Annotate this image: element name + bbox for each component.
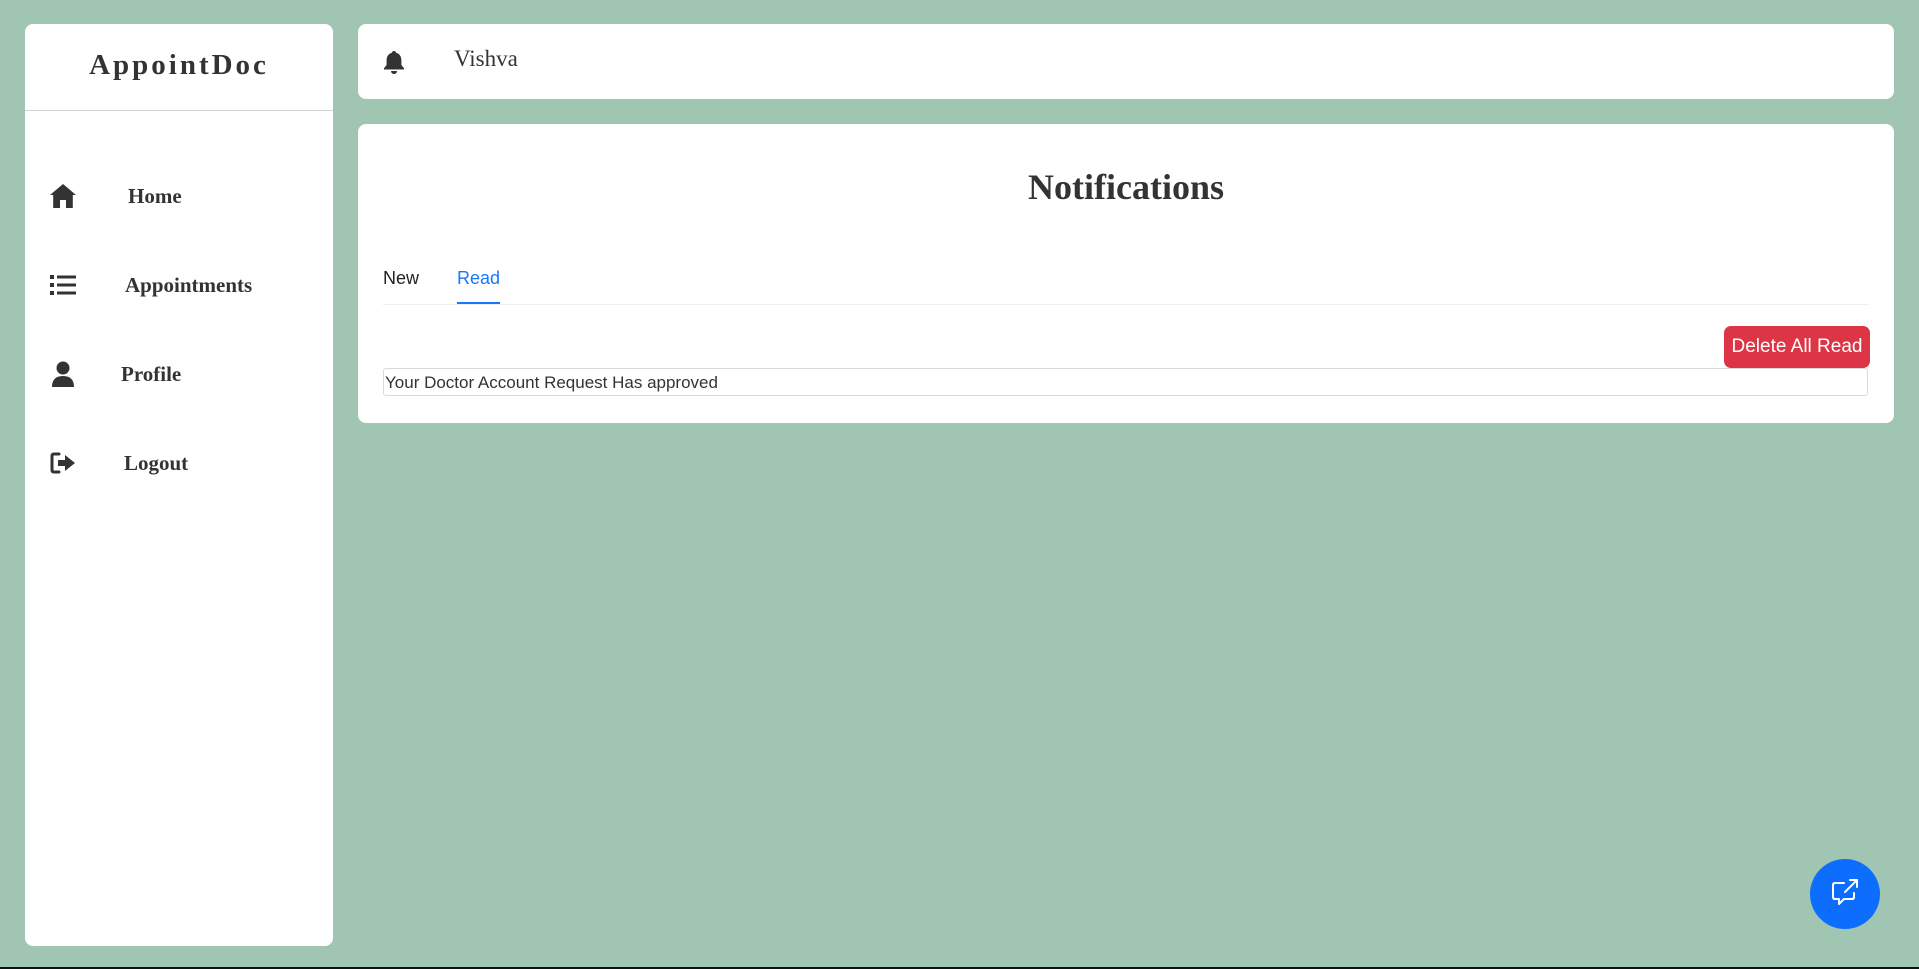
tab-new[interactable]: New — [383, 264, 419, 304]
external-chat-button[interactable] — [1810, 859, 1880, 929]
sidebar-menu: Home Appointments Profile Logout — [25, 169, 333, 525]
username-label: Vishva — [454, 46, 518, 71]
notification-tabs: New Read — [383, 264, 1869, 305]
sidebar-item-profile[interactable]: Profile — [25, 347, 333, 436]
sidebar-item-label: Home — [128, 184, 182, 208]
notifications-panel: Notifications New Read Delete All Read Y… — [358, 124, 1894, 423]
list-icon — [48, 270, 78, 300]
page-title: Notifications — [1028, 167, 1224, 207]
sidebar-item-appointments[interactable]: Appointments — [25, 258, 333, 347]
sidebar-item-home[interactable]: Home — [25, 169, 333, 258]
notification-item[interactable]: Your Doctor Account Request Has approved — [383, 368, 1868, 396]
sidebar-item-label: Appointments — [125, 273, 253, 297]
home-icon — [48, 181, 78, 211]
sidebar-item-logout[interactable]: Logout — [25, 436, 333, 525]
sidebar-item-label: Profile — [121, 362, 182, 386]
app-logo[interactable]: AppointDoc — [89, 49, 269, 82]
external-chat-icon — [1830, 878, 1860, 911]
bell-icon[interactable] — [380, 48, 408, 76]
sidebar-item-label: Logout — [124, 451, 189, 475]
sidebar: AppointDoc Home Appointments Profile Log… — [25, 24, 333, 946]
logo-container: AppointDoc — [25, 24, 333, 111]
logout-icon — [48, 448, 78, 478]
tab-read[interactable]: Read — [457, 264, 501, 304]
delete-all-read-button[interactable]: Delete All Read — [1724, 326, 1870, 368]
user-icon — [48, 359, 78, 389]
top-header: Vishva — [358, 24, 1894, 99]
